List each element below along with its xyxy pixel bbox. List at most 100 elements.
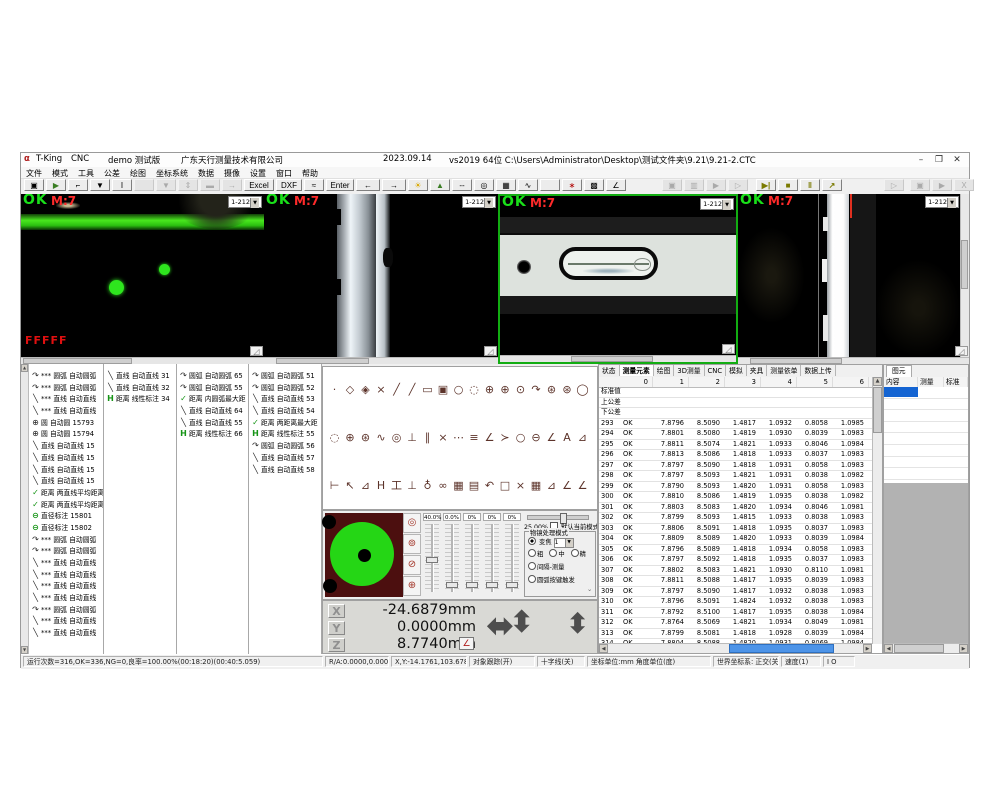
detail-row[interactable]: [884, 422, 968, 434]
list-item[interactable]: ↷*** 圆弧 自动圆弧: [30, 534, 103, 546]
list-item[interactable]: ✓距离 内圆弧最大距: [178, 393, 248, 405]
tool-icon[interactable]: ◇: [343, 381, 358, 399]
list-vscrollbar[interactable]: ▲▼: [21, 364, 29, 654]
y-axis-button[interactable]: Y: [328, 621, 345, 635]
camera2-resize-grip[interactable]: ◿: [484, 346, 497, 356]
special-row[interactable]: 上公差: [599, 398, 872, 409]
toolbar-button[interactable]: ⌐: [68, 179, 88, 191]
fine-radio[interactable]: [571, 549, 579, 557]
slope-tool-button[interactable]: ∠: [459, 637, 474, 650]
list-item[interactable]: ↷*** 圆弧 自动圆弧: [30, 604, 103, 616]
toolbar-button[interactable]: ▣: [24, 179, 44, 191]
camera2-hscrollbar[interactable]: [264, 357, 498, 364]
x-axis-button[interactable]: X: [328, 604, 345, 618]
table-row[interactable]: 293OK7.87968.50901.48171.09320.80581.098…: [599, 419, 872, 430]
tool-icon[interactable]: ⊿: [575, 429, 590, 447]
list-item[interactable]: ⊖直径标注 15802: [30, 522, 103, 534]
toolbar-button[interactable]: ▥: [684, 179, 704, 191]
light-mode-button[interactable]: ⊚: [403, 534, 421, 554]
list-item[interactable]: ↷圆弧 自动圆弧 51: [250, 370, 321, 382]
tool-icon[interactable]: ◎: [389, 429, 404, 447]
interval-radio[interactable]: [528, 562, 536, 570]
tool-icon[interactable]: ⊙: [513, 381, 528, 399]
tool-icon[interactable]: ▦: [451, 477, 466, 495]
zoom-radio[interactable]: [528, 537, 536, 545]
tool-icon[interactable]: ↖: [343, 477, 358, 495]
chevron-down-icon[interactable]: ▼: [250, 198, 259, 208]
list-item[interactable]: ↷*** 圆弧 自动圆弧: [30, 382, 103, 394]
toolbar-button[interactable]: ←: [356, 179, 380, 191]
list-item[interactable]: ╲直线 自动直线 15: [30, 440, 103, 452]
tool-icon[interactable]: ∠: [575, 477, 590, 495]
tool-icon[interactable]: ⊥: [405, 477, 420, 495]
table-row[interactable]: 295OK7.88118.50741.48211.09330.80461.098…: [599, 440, 872, 451]
list-item[interactable]: ↷圆弧 自动圆弧 52: [250, 382, 321, 394]
toolbar-button[interactable]: ▼: [156, 179, 176, 191]
camera4-hscrollbar[interactable]: [738, 357, 969, 364]
toolbar-button[interactable]: ∗: [562, 179, 582, 191]
table-row[interactable]: 305OK7.87968.50891.48181.09340.80581.098…: [599, 545, 872, 556]
tool-icon[interactable]: ○: [451, 381, 466, 399]
tool-icon[interactable]: 工: [389, 477, 404, 495]
list-item[interactable]: ╲*** 直线 自动直线: [30, 592, 103, 604]
list-item[interactable]: ⊕圆 自动圆 15794: [30, 428, 103, 440]
toolbar-button[interactable]: ▼: [90, 179, 110, 191]
scroll-left-icon[interactable]: ◀: [599, 644, 608, 653]
detail-row[interactable]: [884, 399, 968, 411]
maximize-button[interactable]: ❐: [931, 154, 947, 167]
toolbar-button[interactable]: ▲: [430, 179, 450, 191]
toolbar-button[interactable]: X: [954, 179, 974, 191]
tool-icon[interactable]: ∿: [374, 429, 389, 447]
tool-icon[interactable]: ▣: [436, 381, 451, 399]
tool-icon[interactable]: ⊕: [343, 429, 358, 447]
tool-icon[interactable]: ×: [436, 429, 451, 447]
table-row[interactable]: 312OK7.87648.50691.48211.09340.80491.098…: [599, 618, 872, 629]
list-item[interactable]: ╲*** 直线 自动直线: [30, 569, 103, 581]
tool-icon[interactable]: ⊢: [327, 477, 342, 495]
tab-数据上传[interactable]: 数据上传: [801, 365, 835, 376]
scroll-more-icon[interactable]: ⌄: [587, 586, 592, 593]
tool-icon[interactable]: ·: [327, 381, 342, 399]
tool-icon[interactable]: ▦: [529, 477, 544, 495]
toolbar-button[interactable]: [540, 179, 560, 191]
list-item[interactable]: ╲直线 自动直线 15: [30, 452, 103, 464]
tool-icon[interactable]: ◌: [327, 429, 342, 447]
list-item[interactable]: ╲*** 直线 自动直线: [30, 615, 103, 627]
toolbar-button[interactable]: DXF: [276, 179, 302, 191]
selected-cell[interactable]: [884, 387, 918, 397]
tool-icon[interactable]: ╱: [389, 381, 404, 399]
detail-row[interactable]: [884, 457, 968, 469]
toolbar-button[interactable]: ∿: [518, 179, 538, 191]
toolbar-button[interactable]: ☀: [408, 179, 428, 191]
tool-icon[interactable]: ≡: [467, 429, 482, 447]
list-item[interactable]: ╲*** 直线 自动直线: [30, 580, 103, 592]
table-hscrollbar[interactable]: ◀ ▶: [599, 643, 872, 653]
tool-icon[interactable]: □: [498, 477, 513, 495]
pan-vertical-icon[interactable]: ⬍: [509, 603, 534, 643]
tool-icon[interactable]: ⊛: [358, 429, 373, 447]
list-item[interactable]: ╲直线 自动直线 53: [250, 393, 321, 405]
tab-3D测量[interactable]: 3D测量: [674, 365, 704, 376]
table-row[interactable]: 303OK7.88068.50911.48181.09350.80371.098…: [599, 524, 872, 535]
tab-测量依单[interactable]: 测量依单: [767, 365, 801, 376]
toolbar-button[interactable]: ▶: [46, 179, 66, 191]
table-row[interactable]: 308OK7.88118.50881.48171.09350.80391.098…: [599, 576, 872, 587]
table-row[interactable]: 294OK7.88018.50801.48191.09300.80391.098…: [599, 429, 872, 440]
list-item[interactable]: H距离 线性标注 55: [250, 428, 321, 440]
special-row[interactable]: 标准值: [599, 387, 872, 398]
tool-icon[interactable]: ⊿: [358, 477, 373, 495]
camera3-resize-grip[interactable]: ◿: [722, 344, 735, 354]
arc-trigger-radio[interactable]: [528, 575, 536, 583]
table-row[interactable]: 301OK7.88038.50831.48201.09340.80461.098…: [599, 503, 872, 514]
tool-icon[interactable]: ⊖: [529, 429, 544, 447]
tool-icon[interactable]: ⊥: [405, 429, 420, 447]
chevron-down-icon[interactable]: ▼: [722, 200, 731, 210]
toolbar-button[interactable]: Enter: [326, 179, 354, 191]
list-item[interactable]: ╲直线 自动直线 58: [250, 464, 321, 476]
tool-icon[interactable]: ∠: [482, 429, 497, 447]
list-item[interactable]: ✓距离 两直线平均距离: [30, 499, 103, 511]
detail-hscrollbar[interactable]: ◀ ▶: [884, 643, 968, 653]
tab-模拟[interactable]: 模拟: [726, 365, 747, 376]
slider-thumb[interactable]: [446, 582, 458, 588]
toolbar-button[interactable]: ↗: [822, 179, 842, 191]
